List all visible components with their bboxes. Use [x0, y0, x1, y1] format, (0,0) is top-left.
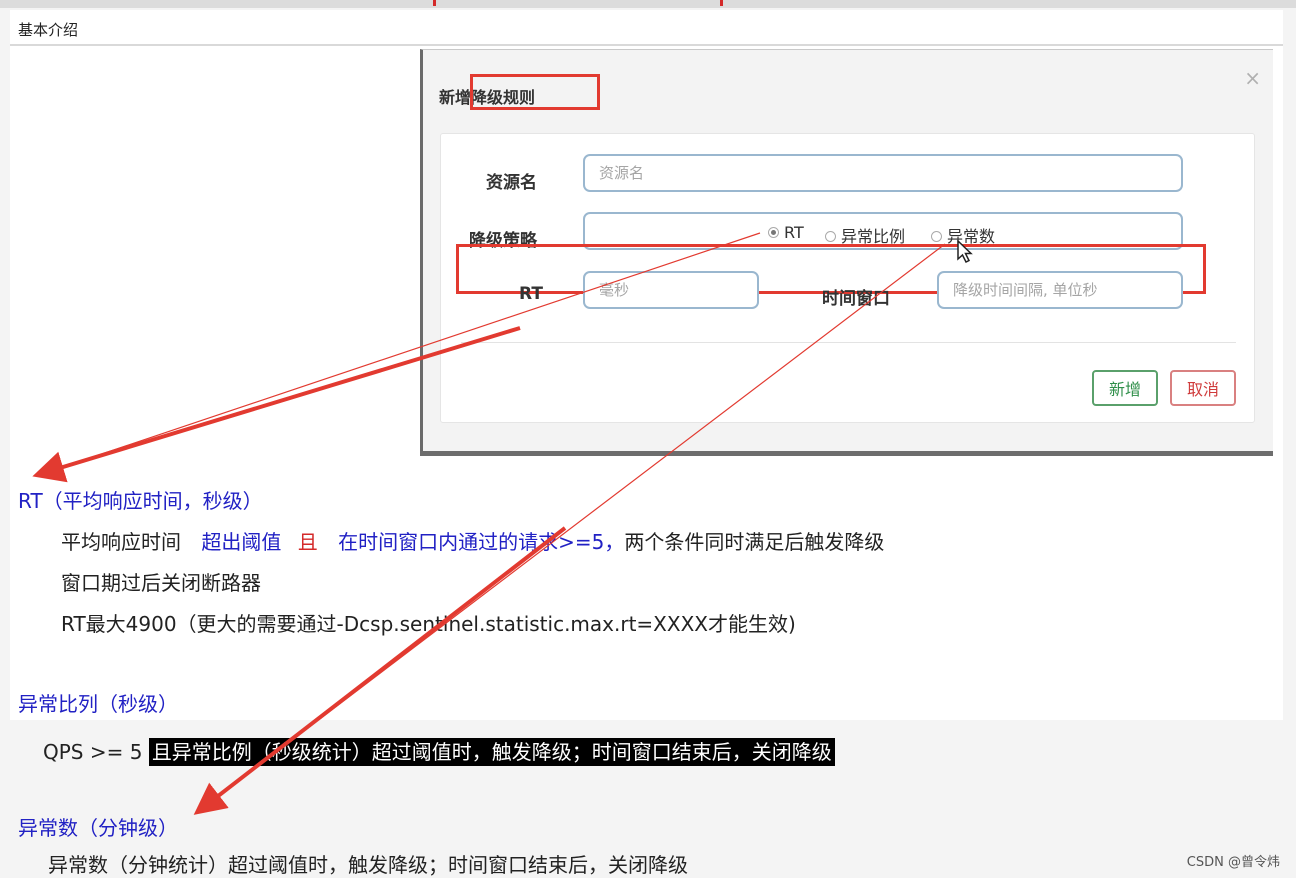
top-band [0, 0, 1296, 8]
rt-label: RT [519, 284, 543, 304]
rt-line1-part2: 超出阈值 [201, 530, 282, 554]
ratio-line-highlight: 且异常比例（秒级统计）超过阈值时，触发降级；时间窗口结束后，关闭降级 [148, 738, 835, 766]
rt-line1-part1: 平均响应时间 [61, 530, 181, 554]
section-rt-heading: RT（平均响应时间，秒级） [18, 489, 263, 513]
dialog-form: 资源名 降级策略 RT 异常比例 异常数 RT 时间窗口 新增 取消 [440, 133, 1255, 423]
time-window-input[interactable] [937, 271, 1183, 309]
section-ratio-line: QPS >= 5 且异常比例（秒级统计）超过阈值时，触发降级；时间窗口结束后，关… [43, 736, 835, 766]
section-ratio-heading: 异常比列（秒级） [18, 692, 178, 716]
resource-input[interactable] [583, 154, 1183, 192]
section-rt-line1: 平均响应时间 超出阈值 且 在时间窗口内通过的请求>=5，两个条件同时满足后触发… [61, 526, 884, 555]
ratio-line-part1: QPS >= 5 [43, 740, 143, 764]
section-rt-line2: 窗口期过后关闭断路器 [61, 571, 261, 595]
watermark: CSDN @曾令炜 [1186, 855, 1280, 870]
page-title: 基本介绍 [18, 21, 79, 39]
degrade-rule-dialog: 新增降级规则 × 资源名 降级策略 RT 异常比例 异常数 RT 时间窗口 新增… [420, 49, 1273, 451]
annotation-box-title [470, 74, 600, 110]
radio-rt[interactable]: RT [768, 223, 804, 242]
dialog-shadow-edge [420, 451, 1273, 456]
resource-label: 资源名 [486, 173, 537, 193]
top-band-mark [720, 0, 723, 6]
time-window-label: 时间窗口 [822, 289, 890, 309]
rt-line1-part3: 且 [297, 530, 318, 554]
radio-rt-label: RT [784, 223, 804, 242]
form-divider [461, 342, 1236, 343]
top-band-mark [433, 0, 436, 6]
header-bar: 基本介绍 [10, 10, 1283, 46]
rt-input[interactable] [583, 271, 759, 309]
radio-unchecked-icon [931, 231, 942, 242]
rt-line1-part5: 两个条件同时满足后触发降级 [624, 530, 885, 554]
section-rt-line3: RT最大4900（更大的需要通过-Dcsp.sentinel.statistic… [61, 612, 796, 636]
cancel-button[interactable]: 取消 [1170, 370, 1236, 406]
mouse-cursor-icon [957, 240, 973, 264]
close-icon[interactable]: × [1244, 66, 1261, 90]
rt-line1-part4: 在时间窗口内通过的请求>=5， [338, 530, 625, 554]
section-count-line: 异常数（分钟统计）超过阈值时，触发降级；时间窗口结束后，关闭降级 [48, 853, 688, 877]
section-count-heading: 异常数（分钟级） [18, 816, 178, 840]
add-button[interactable]: 新增 [1092, 370, 1158, 406]
radio-checked-icon [768, 227, 779, 238]
radio-unchecked-icon [825, 231, 836, 242]
